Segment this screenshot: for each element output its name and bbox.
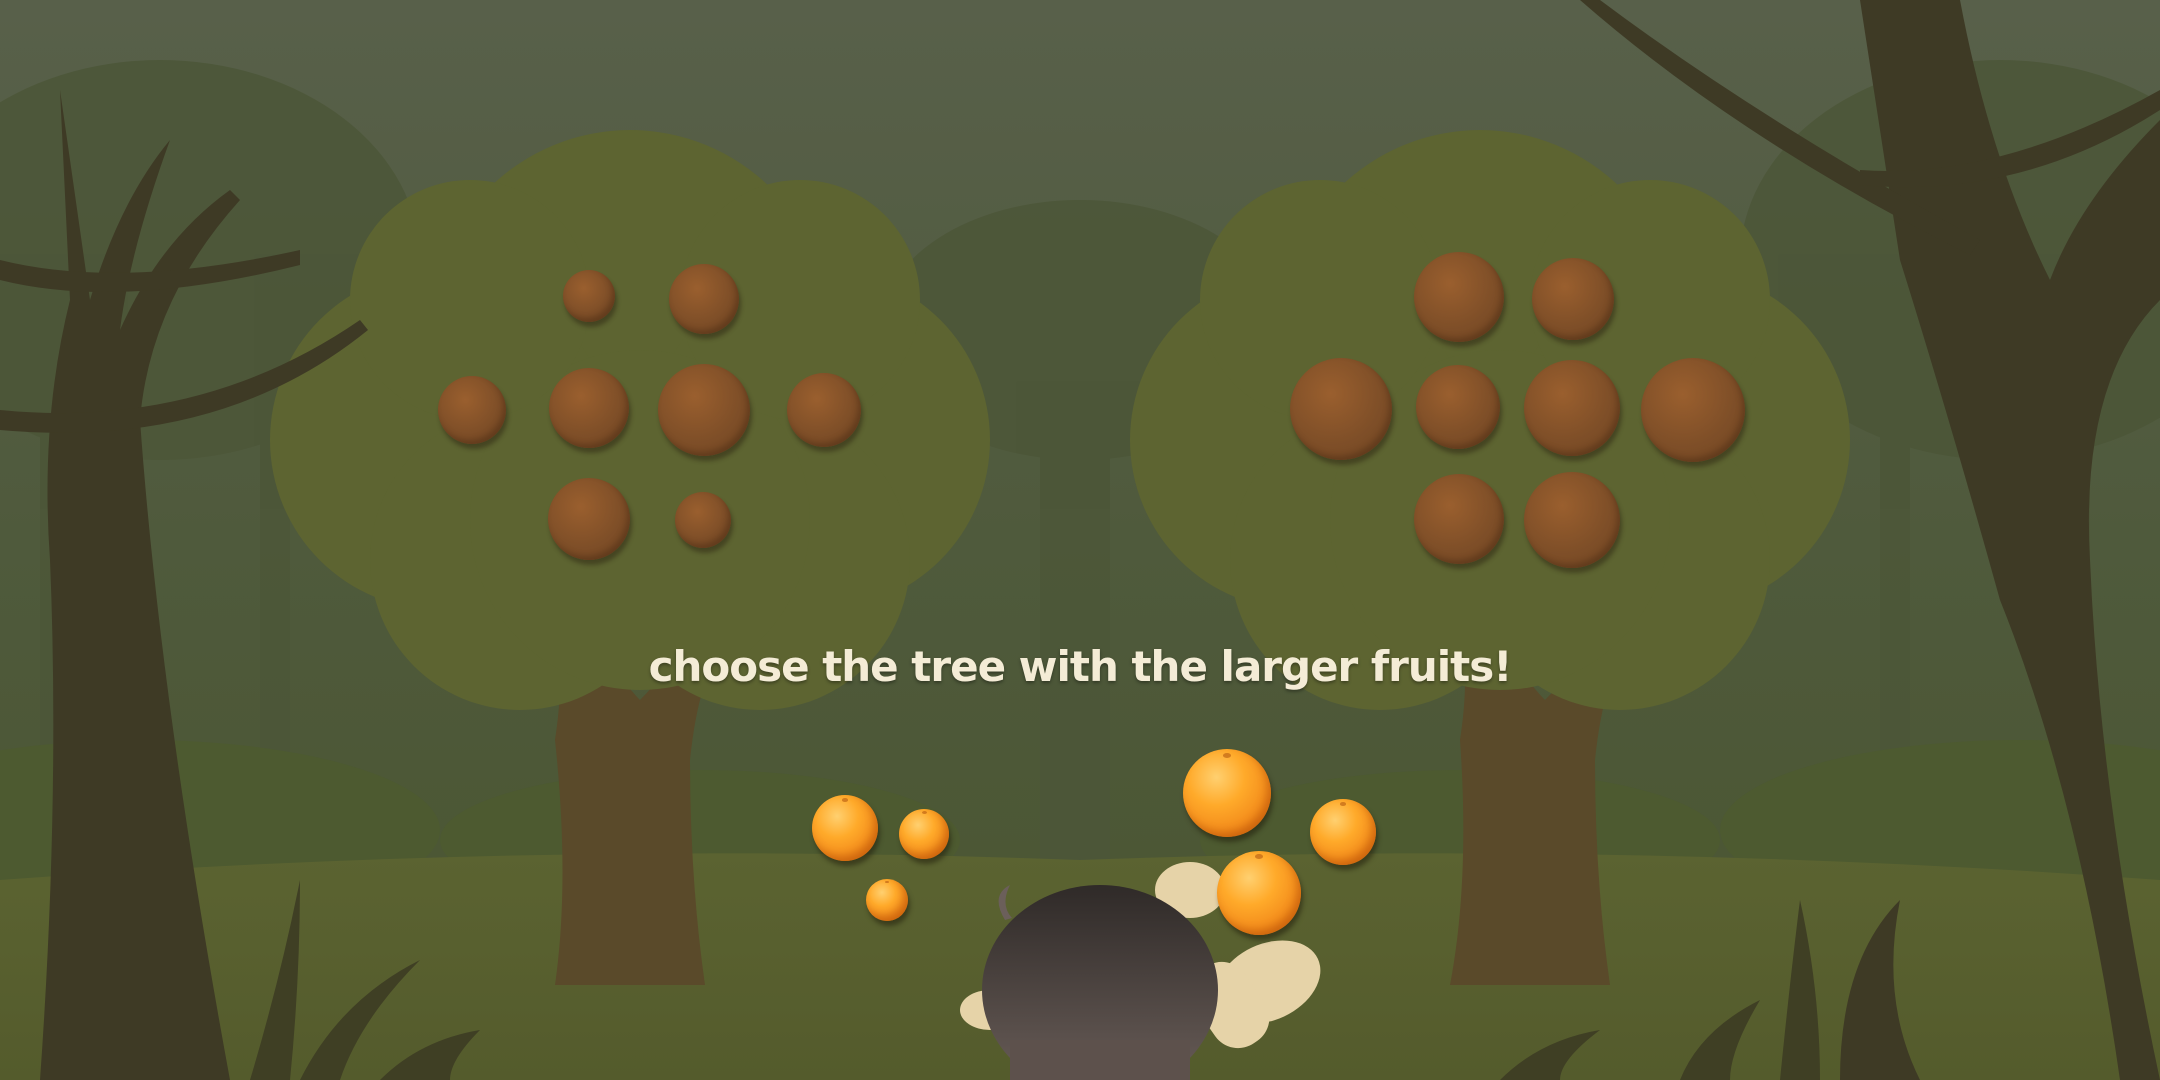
fruit bbox=[787, 373, 861, 447]
fruit bbox=[1414, 252, 1504, 342]
orange bbox=[1183, 749, 1271, 837]
orange bbox=[899, 809, 949, 859]
orange bbox=[1217, 851, 1301, 935]
fruit bbox=[1532, 258, 1614, 340]
fruit bbox=[563, 270, 615, 322]
forest-background bbox=[0, 0, 2160, 1080]
instruction-text: choose the tree with the larger fruits! bbox=[648, 642, 1513, 691]
fruit bbox=[1414, 474, 1504, 564]
fruit bbox=[675, 492, 731, 548]
fruit bbox=[549, 368, 629, 448]
fruit bbox=[1641, 358, 1745, 462]
fruit bbox=[548, 478, 630, 560]
fruit bbox=[1524, 360, 1620, 456]
orange bbox=[812, 795, 878, 861]
fruit bbox=[1524, 472, 1620, 568]
fruit bbox=[669, 264, 739, 334]
fruit bbox=[438, 376, 506, 444]
fruit bbox=[658, 364, 750, 456]
fruit bbox=[1416, 365, 1500, 449]
fruit bbox=[1290, 358, 1392, 460]
orange bbox=[1310, 799, 1376, 865]
game-scene: choose the tree with the larger fruits! bbox=[0, 0, 2160, 1080]
orange bbox=[866, 879, 908, 921]
